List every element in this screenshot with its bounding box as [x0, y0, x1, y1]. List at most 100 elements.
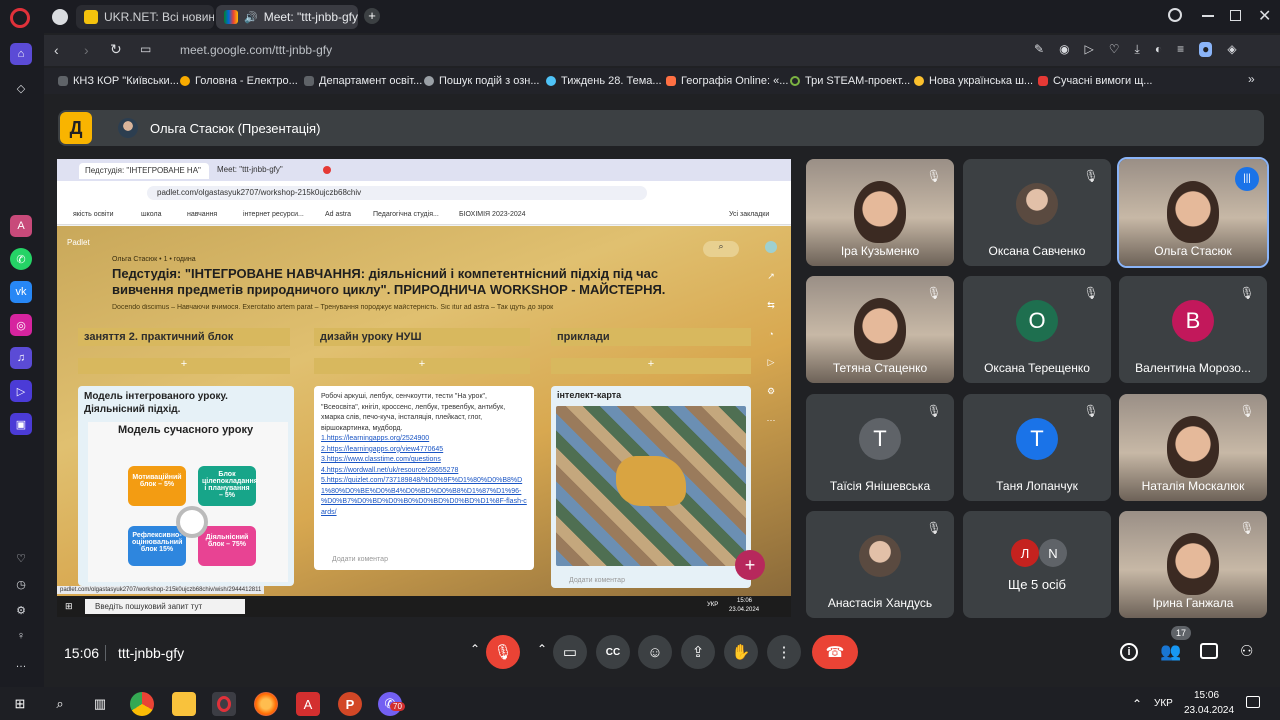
minimize-button[interactable]	[1202, 15, 1214, 17]
extensions-icon[interactable]: ◈	[1227, 42, 1236, 57]
emoji-button[interactable]: ☺	[638, 635, 672, 669]
aria-icon[interactable]: A	[10, 215, 32, 237]
clock-time[interactable]: 15:06	[1194, 690, 1219, 701]
participant-tile[interactable]: Т 🎙 Таня Лопанчук	[963, 394, 1111, 501]
acrobat-icon[interactable]: A	[296, 692, 320, 716]
camera-icon[interactable]: ▭	[140, 42, 151, 56]
bookmark-item[interactable]: Тиждень 28. Тема...	[546, 72, 662, 90]
shared-bookmark: Усі закладки	[729, 211, 770, 218]
participant-tile[interactable]: Л N Ще 5 осіб	[963, 511, 1111, 618]
participant-tile[interactable]: В 🎙 Валентина Морозо...	[1119, 276, 1267, 383]
shared-bookmark: Ad astra	[325, 211, 352, 218]
camera-button[interactable]: ▭	[553, 635, 587, 669]
participant-tile[interactable]: 🎙 Анастасія Хандусь	[806, 511, 954, 618]
file-explorer-icon[interactable]	[172, 692, 196, 716]
opera-icon[interactable]	[212, 692, 236, 716]
music-player-icon[interactable]: ♫	[10, 347, 32, 369]
bookmark-item[interactable]: Нова українська ш...	[914, 72, 1033, 90]
download-icon[interactable]: ⤓	[1135, 42, 1140, 57]
whatsapp-icon[interactable]: ✆	[10, 248, 32, 270]
raise-hand-button[interactable]: ✋	[724, 635, 758, 669]
present-button[interactable]: ⇪	[681, 635, 715, 669]
participant-tile[interactable]: 🎙 Іра Кузьменко	[806, 159, 954, 266]
instagram-icon[interactable]: ◎	[10, 314, 32, 336]
edit-icon[interactable]: ✎	[1034, 42, 1044, 57]
back-icon[interactable]: ‹	[54, 42, 59, 58]
bookmarks-bar: КНЗ КОР "Київськи... Головна - Електро..…	[44, 68, 1280, 94]
keyboard-language[interactable]: УКР	[1154, 698, 1173, 709]
task-view-icon[interactable]: ▥	[88, 692, 112, 716]
start-icon[interactable]: ⊞	[8, 692, 32, 716]
card-comment: Додати коментар	[569, 577, 625, 584]
inner-clock-time: 15:06	[737, 598, 753, 604]
heart-icon[interactable]: ♡	[10, 547, 32, 569]
captions-button[interactable]: CC	[596, 635, 630, 669]
bookmarks-overflow-icon[interactable]: »	[1248, 72, 1255, 86]
player-icon[interactable]: ▷	[10, 380, 32, 402]
chrome-icon[interactable]	[130, 692, 154, 716]
more-icon[interactable]: …	[10, 653, 32, 675]
participant-tile[interactable]: Т 🎙 Таїсія Янішевська	[806, 394, 954, 501]
participant-tile[interactable]: О 🎙 Оксана Терещенко	[963, 276, 1111, 383]
pinboard-icon[interactable]: ◇	[10, 77, 32, 99]
snapshot-icon[interactable]: ◉	[1059, 42, 1069, 57]
wallet-icon[interactable]: ▣	[10, 413, 32, 435]
video-options-chevron-icon[interactable]: ⌃	[537, 642, 547, 656]
model-block: Діяльнісний блок – 75%	[198, 526, 256, 566]
search-tabs-icon[interactable]	[1168, 8, 1182, 22]
audio-options-chevron-icon[interactable]: ⌃	[470, 642, 480, 656]
tab-overview-icon[interactable]	[52, 9, 68, 25]
bookmark-item[interactable]: Три STEAM-проект...	[790, 72, 910, 90]
search-icon[interactable]: ⌕	[48, 692, 72, 716]
participant-face	[854, 298, 906, 360]
profile-icon[interactable]: ●	[1199, 42, 1213, 57]
bookmark-item[interactable]: Головна - Електро...	[180, 72, 298, 90]
speaker-icon: 🔊	[244, 11, 258, 24]
chat-icon[interactable]	[1200, 643, 1218, 659]
activities-icon[interactable]: ⚇	[1240, 642, 1253, 660]
bookmark-item[interactable]: Сучасні вимоги щ...	[1038, 72, 1152, 90]
bookmark-heart-icon[interactable]: ♡	[1109, 42, 1120, 57]
restore-button[interactable]	[1230, 10, 1241, 21]
close-window-button[interactable]: ✕	[1258, 6, 1271, 26]
powerpoint-icon[interactable]: P	[338, 692, 362, 716]
participant-tile[interactable]: 🎙 Наталія Москалюк	[1119, 394, 1267, 501]
tab-meet[interactable]: 🔊 Meet: "ttt-jnbb-gfy"	[216, 5, 358, 29]
send-icon[interactable]: ▷	[1085, 42, 1094, 57]
participant-tile[interactable]: 🎙 Ірина Ганжала	[1119, 511, 1267, 618]
settings-icon[interactable]: ⚙	[10, 599, 32, 621]
clock-date[interactable]: 23.04.2024	[1184, 705, 1234, 716]
shared-tab: Meet: "ttt-jnbb-gfy"	[217, 165, 283, 174]
more-options-button[interactable]: ⋮	[767, 635, 801, 669]
tray-chevron-icon[interactable]: ⌃	[1132, 697, 1142, 711]
bookmark-item[interactable]: Департамент освіт...	[304, 72, 422, 90]
leave-call-button[interactable]: ☎	[812, 635, 858, 669]
hint-icon[interactable]: ♀	[10, 625, 32, 647]
bookmark-item[interactable]: Географія Online: «...	[666, 72, 788, 90]
participant-tile[interactable]: ||| Ольга Стасюк	[1117, 157, 1269, 268]
new-tab-button[interactable]: +	[364, 8, 380, 24]
notifications-icon[interactable]	[1246, 696, 1260, 708]
bookmark-favicon-icon	[546, 76, 556, 86]
vk-icon[interactable]: vk	[10, 281, 32, 303]
microphone-off-button[interactable]: 🎙	[486, 635, 520, 669]
info-icon[interactable]: i	[1120, 643, 1138, 661]
firefox-icon[interactable]	[254, 692, 278, 716]
home-icon[interactable]: ⌂	[10, 43, 32, 65]
meet-favicon-icon	[224, 10, 238, 24]
meeting-code: ttt-jnbb-gfy	[118, 645, 185, 661]
participant-name: Тетяна Стаценко	[832, 361, 928, 375]
people-icon[interactable]: 👥	[1160, 642, 1181, 662]
forward-icon[interactable]: ›	[84, 42, 89, 58]
participant-tile[interactable]: 🎙 Тетяна Стаценко	[806, 276, 954, 383]
participant-tile[interactable]: 🎙 Оксана Савченко	[963, 159, 1111, 266]
reload-icon[interactable]: ↻	[110, 41, 122, 58]
bookmark-item[interactable]: Пошук подій з озн...	[424, 72, 540, 90]
bookmark-item[interactable]: КНЗ КОР "Київськи...	[58, 72, 179, 90]
opera-logo-icon[interactable]	[10, 8, 30, 28]
history-icon[interactable]: ◷	[10, 573, 32, 595]
menu-icon[interactable]: ≡	[1177, 42, 1184, 57]
easy-setup-icon[interactable]: ◐	[1155, 42, 1162, 57]
tab-ukrnet[interactable]: UKR.NET: Всі новини Укр	[76, 5, 214, 29]
url-field[interactable]: meet.google.com/ttt-jnbb-gfy	[180, 43, 332, 57]
